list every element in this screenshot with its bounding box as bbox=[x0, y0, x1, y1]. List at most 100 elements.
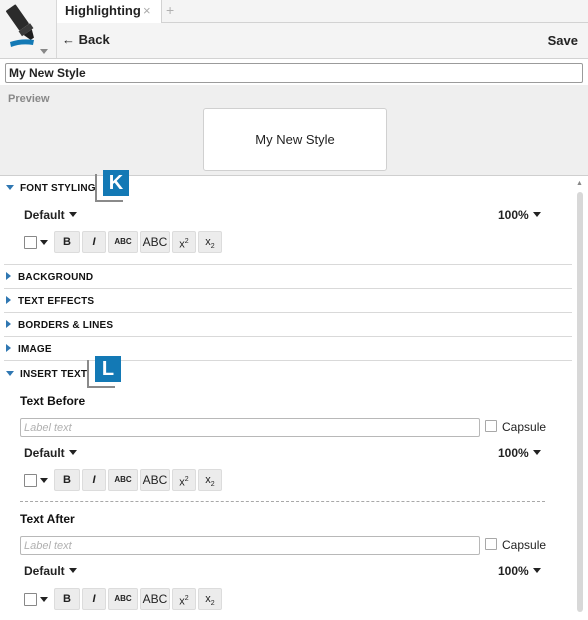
text-after-font-dropdown[interactable]: Default bbox=[24, 564, 77, 578]
expanded-arrow-icon bbox=[6, 371, 14, 376]
collapsed-arrow-icon bbox=[6, 344, 11, 352]
italic-button[interactable]: I bbox=[82, 469, 106, 491]
bold-button[interactable]: B bbox=[54, 469, 80, 491]
text-after-title: Text After bbox=[20, 512, 75, 526]
collapsed-arrow-icon bbox=[6, 272, 11, 280]
top-bar: Highlighting × + ← Back Save bbox=[0, 0, 588, 59]
preview-text: My New Style bbox=[255, 132, 335, 147]
caret-down-icon bbox=[532, 212, 541, 217]
color-checkbox[interactable] bbox=[24, 474, 37, 487]
font-size-value: 100% bbox=[498, 208, 529, 222]
expanded-arrow-icon bbox=[6, 185, 14, 190]
bold-button[interactable]: B bbox=[54, 588, 80, 610]
tab-label: Highlighting bbox=[65, 3, 141, 18]
section-divider bbox=[4, 312, 572, 313]
section-title: BORDERS & LINES bbox=[18, 320, 114, 331]
small-caps-button[interactable]: ABC bbox=[108, 231, 138, 253]
small-caps-button[interactable]: ABC bbox=[108, 588, 138, 610]
app-logo[interactable] bbox=[0, 0, 57, 58]
back-button[interactable]: ← Back bbox=[62, 32, 110, 47]
font-family-value: Default bbox=[24, 208, 65, 222]
section-font-styling[interactable]: FONT STYLING bbox=[6, 183, 96, 194]
section-title: IMAGE bbox=[18, 344, 52, 355]
section-title: INSERT TEXT bbox=[20, 369, 88, 380]
font-family-dropdown[interactable]: Default bbox=[24, 208, 77, 222]
subscript-button[interactable]: x2 bbox=[198, 588, 222, 610]
section-divider bbox=[4, 264, 572, 265]
section-title: BACKGROUND bbox=[18, 272, 94, 283]
section-image[interactable]: IMAGE bbox=[6, 344, 52, 355]
italic-button[interactable]: I bbox=[82, 588, 106, 610]
collapsed-arrow-icon bbox=[6, 296, 11, 304]
tab-strip-divider bbox=[161, 22, 588, 23]
color-checkbox[interactable] bbox=[24, 593, 37, 606]
subscript-exp: 2 bbox=[210, 243, 215, 251]
section-divider bbox=[4, 336, 572, 337]
subscript-button[interactable]: x2 bbox=[198, 469, 222, 491]
plus-icon[interactable]: + bbox=[166, 2, 174, 18]
superscript-exp: 2 bbox=[184, 476, 189, 483]
font-size-value: 100% bbox=[498, 446, 529, 460]
capsule-label: Capsule bbox=[502, 420, 547, 434]
subscript-exp: 2 bbox=[210, 481, 215, 489]
italic-button[interactable]: I bbox=[82, 231, 106, 253]
save-button[interactable]: Save bbox=[548, 33, 578, 48]
subscript-button[interactable]: x2 bbox=[198, 231, 222, 253]
section-title: FONT STYLING bbox=[20, 183, 96, 194]
font-size-dropdown[interactable]: 100% bbox=[498, 208, 541, 222]
logo-dropdown-chevron-icon[interactable] bbox=[40, 49, 48, 54]
callout-badge-l: L bbox=[95, 356, 121, 382]
color-dropdown-caret-icon[interactable] bbox=[40, 240, 48, 245]
text-before-capsule-checkbox[interactable]: Capsule bbox=[485, 420, 546, 434]
font-family-value: Default bbox=[24, 446, 65, 460]
color-dropdown-caret-icon[interactable] bbox=[40, 597, 48, 602]
superscript-exp: 2 bbox=[184, 238, 189, 245]
caret-down-icon bbox=[532, 568, 541, 573]
dashed-divider bbox=[20, 501, 545, 502]
bold-button[interactable]: B bbox=[54, 231, 80, 253]
text-before-input[interactable] bbox=[20, 418, 480, 437]
superscript-button[interactable]: x2 bbox=[172, 231, 196, 253]
caret-down-icon bbox=[68, 450, 77, 455]
superscript-button[interactable]: x2 bbox=[172, 588, 196, 610]
back-label: Back bbox=[78, 32, 110, 47]
scroll-up-arrow-icon[interactable]: ▲ bbox=[576, 180, 583, 188]
section-insert-text[interactable]: INSERT TEXT bbox=[6, 369, 87, 380]
superscript-button[interactable]: x2 bbox=[172, 469, 196, 491]
text-before-size-dropdown[interactable]: 100% bbox=[498, 446, 541, 460]
collapsed-arrow-icon bbox=[6, 320, 11, 328]
checkbox-box bbox=[485, 420, 497, 432]
checkbox-box bbox=[485, 538, 497, 550]
color-dropdown-caret-icon[interactable] bbox=[40, 478, 48, 483]
preview-box: My New Style bbox=[203, 108, 387, 171]
all-caps-button[interactable]: ABC bbox=[140, 588, 170, 610]
preview-panel: Preview My New Style bbox=[0, 85, 588, 176]
caret-down-icon bbox=[68, 568, 77, 573]
tab-highlighting[interactable]: Highlighting × bbox=[57, 0, 162, 23]
color-checkbox[interactable] bbox=[24, 236, 37, 249]
text-after-size-dropdown[interactable]: 100% bbox=[498, 564, 541, 578]
section-title: TEXT EFFECTS bbox=[18, 296, 95, 307]
caret-down-icon bbox=[532, 450, 541, 455]
text-after-capsule-checkbox[interactable]: Capsule bbox=[485, 538, 546, 552]
all-caps-button[interactable]: ABC bbox=[140, 469, 170, 491]
close-icon[interactable]: × bbox=[143, 3, 151, 18]
superscript-exp: 2 bbox=[184, 595, 189, 602]
text-before-title: Text Before bbox=[20, 394, 86, 408]
preview-label: Preview bbox=[8, 93, 50, 105]
section-divider bbox=[4, 288, 572, 289]
style-name-input[interactable] bbox=[5, 63, 583, 83]
small-caps-button[interactable]: ABC bbox=[108, 469, 138, 491]
caret-down-icon bbox=[68, 212, 77, 217]
subscript-exp: 2 bbox=[210, 600, 215, 608]
arrow-left-icon: ← bbox=[62, 32, 75, 47]
font-size-value: 100% bbox=[498, 564, 529, 578]
section-background[interactable]: BACKGROUND bbox=[6, 272, 93, 283]
section-text-effects[interactable]: TEXT EFFECTS bbox=[6, 296, 94, 307]
section-borders-lines[interactable]: BORDERS & LINES bbox=[6, 320, 113, 331]
text-before-font-dropdown[interactable]: Default bbox=[24, 446, 77, 460]
scrollbar-thumb[interactable] bbox=[577, 192, 583, 612]
all-caps-button[interactable]: ABC bbox=[140, 231, 170, 253]
callout-badge-k: K bbox=[103, 170, 129, 196]
text-after-input[interactable] bbox=[20, 536, 480, 555]
